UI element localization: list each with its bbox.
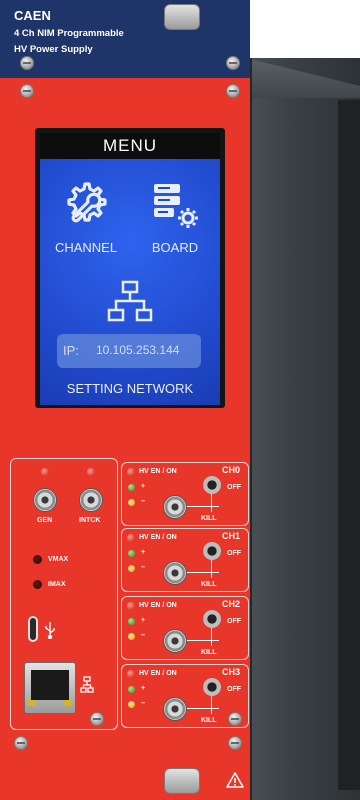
channel-menu-item[interactable]: CHANNEL [48,176,124,266]
wrench-gear-icon [67,182,107,223]
hv-on-off-switch[interactable] [203,610,221,628]
usb-c-port[interactable] [28,616,38,642]
product-line-1: 4 Ch NIM Programmable [14,28,124,39]
hv-output-connector[interactable] [163,697,187,721]
hv-output-connector[interactable] [163,629,187,653]
kill-label: KILL [201,649,217,656]
ethernet-led [28,700,36,706]
hv-output-connector[interactable] [163,495,187,519]
ip-value: 10.105.253.144 [96,343,180,357]
screw-icon [228,736,242,750]
screen-title: MENU [40,133,220,159]
ethernet-socket [31,670,69,700]
minus-label: – [141,564,145,571]
hv-en-label: HV EN / ON [139,602,177,609]
board-label: BOARD [151,240,199,255]
screw-icon [226,56,240,70]
plus-label: + [141,685,146,692]
hv-en-label: HV EN / ON [139,534,177,541]
product-line-2: HV Power Supply [14,44,93,55]
hv-output-connector[interactable] [163,561,187,585]
lan-icon [80,676,94,693]
screw-icon [14,736,28,750]
screw-icon [20,84,34,98]
off-label: OFF [227,484,241,491]
polarity-plus-led [128,618,135,625]
hv-en-led [127,602,135,610]
polarity-minus-led [128,499,135,506]
intck-led [87,468,95,476]
off-label: OFF [227,550,241,557]
polarity-minus-led [128,633,135,640]
intck-bnc-connector[interactable] [79,488,103,512]
channel-name: CH2 [222,599,241,609]
hv-on-off-switch[interactable] [203,542,221,560]
server-gear-icon [154,184,198,228]
vmax-led [33,555,42,564]
screw-icon [226,84,240,98]
channel-name: CH0 [222,465,241,475]
minus-label: – [141,498,145,505]
kill-label: KILL [201,717,217,724]
intck-label: INTCK [79,517,101,524]
channel-name: CH1 [222,531,241,541]
network-icon[interactable] [107,280,153,324]
channel-name: CH3 [222,667,241,677]
imax-label: IMAX [48,581,66,588]
off-label: OFF [227,686,241,693]
hv-on-off-switch[interactable] [203,678,221,696]
kill-label: KILL [201,581,217,588]
polarity-plus-led [128,484,135,491]
plus-label: + [141,617,146,624]
channel-panel-ch2: HV EN / ON CH2 + – OFF KILL [121,596,249,660]
plus-label: + [141,483,146,490]
hv-on-off-switch[interactable] [203,476,221,494]
hv-en-label: HV EN / ON [139,468,177,475]
polarity-plus-led [128,550,135,557]
plus-label: + [141,549,146,556]
housing-slot [338,100,360,790]
polarity-plus-led [128,686,135,693]
ip-label: IP: [63,343,79,358]
hv-en-led [127,670,135,678]
usb-icon [45,622,55,639]
imax-led [33,580,42,589]
bottom-thumb-screw[interactable] [164,768,200,794]
kill-label: KILL [201,515,217,522]
top-thumb-screw[interactable] [164,4,200,30]
screw-icon [228,712,242,726]
channel-label: CHANNEL [54,240,118,255]
hv-en-label: HV EN / ON [139,670,177,677]
minus-label: – [141,632,145,639]
gen-bnc-connector[interactable] [33,488,57,512]
setting-network-label[interactable]: SETTING NETWORK [40,381,220,396]
minus-label: – [141,700,145,707]
screw-icon [20,56,34,70]
screw-icon [90,712,104,726]
polarity-minus-led [128,701,135,708]
polarity-minus-led [128,565,135,572]
channel-panel-ch0: HV EN / ON CH0 + – OFF KILL [121,462,249,526]
hv-en-led [127,468,135,476]
gen-led [41,468,49,476]
gen-label: GEN [37,517,53,524]
ethernet-led [64,700,72,706]
off-label: OFF [227,618,241,625]
hv-en-led [127,534,135,542]
brand-label: CAEN [14,8,51,23]
channel-panel-ch1: HV EN / ON CH1 + – OFF KILL [121,528,249,592]
vmax-label: VMAX [48,556,69,563]
warning-icon [226,772,244,788]
board-menu-item[interactable]: BOARD [140,176,210,266]
